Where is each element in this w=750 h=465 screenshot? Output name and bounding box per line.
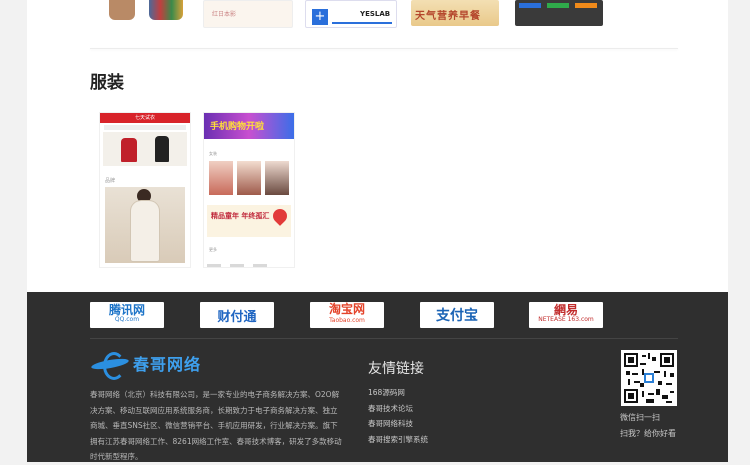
section-divider <box>90 48 678 49</box>
company-description: 春哥网络（北京）科技有限公司，是一家专业的电子商务解决方案、O2O解决方案、移动… <box>90 390 342 461</box>
preview-header-text: 手机购物开啦 <box>210 122 265 132</box>
preview-header: 手机购物开啦 <box>204 113 294 139</box>
promo-banner: 精品童年 年终孤汇 <box>207 205 291 237</box>
yeslab-label: YESLAB <box>360 10 391 18</box>
thumb-tile <box>253 264 268 267</box>
links-title: 友情链接 <box>368 361 424 377</box>
thumb-tile <box>230 264 245 267</box>
friend-link[interactable]: 春哥技术论坛 <box>368 401 428 417</box>
partner-sub: NETEASE 163.com <box>538 316 594 323</box>
brand-logo[interactable]: 春哥网络 <box>90 348 202 380</box>
heart-icon <box>270 206 290 226</box>
brand-name: 春哥网络 <box>133 355 202 374</box>
footer-divider <box>90 338 678 339</box>
preview-category-label: 女装 <box>209 151 217 156</box>
preview-more-label: 更多 <box>209 247 217 252</box>
friend-link[interactable]: 春哥搜索引擎系统 <box>368 432 428 448</box>
shop-thumbnail-text: 红日本影 <box>212 11 237 18</box>
app-tile <box>519 3 541 8</box>
partner-name: 财付通 <box>217 309 257 325</box>
clothing-preview-1[interactable]: 七天试衣 品牌 <box>99 112 191 268</box>
brand-icon <box>90 350 130 380</box>
coat-image <box>121 138 137 162</box>
partner-logo-taobao[interactable]: 淘宝网 Taobao.com <box>310 302 384 328</box>
product-row <box>207 161 291 195</box>
partner-logo-tenpay[interactable]: 财付通 <box>200 302 274 328</box>
thumb-tile <box>207 264 221 267</box>
underline-decoration <box>332 22 392 24</box>
site-footer: 腾讯网 QQ.com 财付通 淘宝网 Taobao.com 支付宝 網易 NET… <box>27 292 728 462</box>
product-image <box>237 161 261 195</box>
section-title: 服装 <box>90 73 124 93</box>
preview-footer-tiles <box>207 255 291 267</box>
preview-category-label: 品牌 <box>105 178 116 184</box>
model-photo <box>105 187 185 263</box>
friend-links-list: 168源码网 春哥技术论坛 春哥网络科技 春哥搜索引擎系统 <box>368 385 428 447</box>
partner-logo-netease[interactable]: 網易 NETEASE 163.com <box>529 302 603 328</box>
qr-caption-line: 微信扫一扫 <box>620 413 660 422</box>
product-image <box>209 161 233 195</box>
plus-icon: + <box>312 9 328 25</box>
friend-link[interactable]: 春哥网络科技 <box>368 416 428 432</box>
breakfast-thumbnail[interactable]: 天气营养早餐 <box>411 0 499 26</box>
preview-banner <box>103 132 187 166</box>
qr-caption-line: 扫我？给你好看 <box>620 428 676 438</box>
app-tile <box>575 3 597 8</box>
bags-thumbnail[interactable] <box>107 0 189 26</box>
qr-caption: 微信扫一扫 扫我？给你好看 <box>620 410 676 441</box>
partner-logo-alipay[interactable]: 支付宝 <box>420 302 494 328</box>
qr-code-icon <box>621 350 677 406</box>
app-thumbnail[interactable] <box>515 0 603 26</box>
preview-search-bar <box>104 125 186 130</box>
preview-header: 七天试衣 <box>100 113 190 123</box>
bag-image <box>149 0 183 20</box>
partner-sub: Taobao.com <box>329 317 365 324</box>
breakfast-thumbnail-text: 天气营养早餐 <box>415 11 481 22</box>
shop-thumbnail[interactable]: 红日本影 <box>203 0 293 28</box>
page-content: 红日本影 + YESLAB 天气营养早餐 服装 七天试衣 品牌 手机购物开啦 女… <box>27 0 728 462</box>
coat-image <box>155 136 169 162</box>
product-image <box>265 161 289 195</box>
partner-name: 支付宝 <box>436 308 478 324</box>
clothing-preview-2[interactable]: 手机购物开啦 女装 精品童年 年终孤汇 更多 <box>203 112 295 268</box>
dress-shape <box>131 201 159 261</box>
promo-text: 精品童年 年终孤汇 <box>211 212 270 220</box>
partner-logo-qq[interactable]: 腾讯网 QQ.com <box>90 302 164 328</box>
top-thumbnails-strip: 红日本影 + YESLAB 天气营养早餐 <box>27 0 728 30</box>
friend-link[interactable]: 168源码网 <box>368 385 428 401</box>
app-tile <box>547 3 569 8</box>
partner-name: 淘宝网 <box>328 302 365 316</box>
yeslab-thumbnail[interactable]: + YESLAB <box>305 0 397 28</box>
bag-image <box>109 0 135 20</box>
